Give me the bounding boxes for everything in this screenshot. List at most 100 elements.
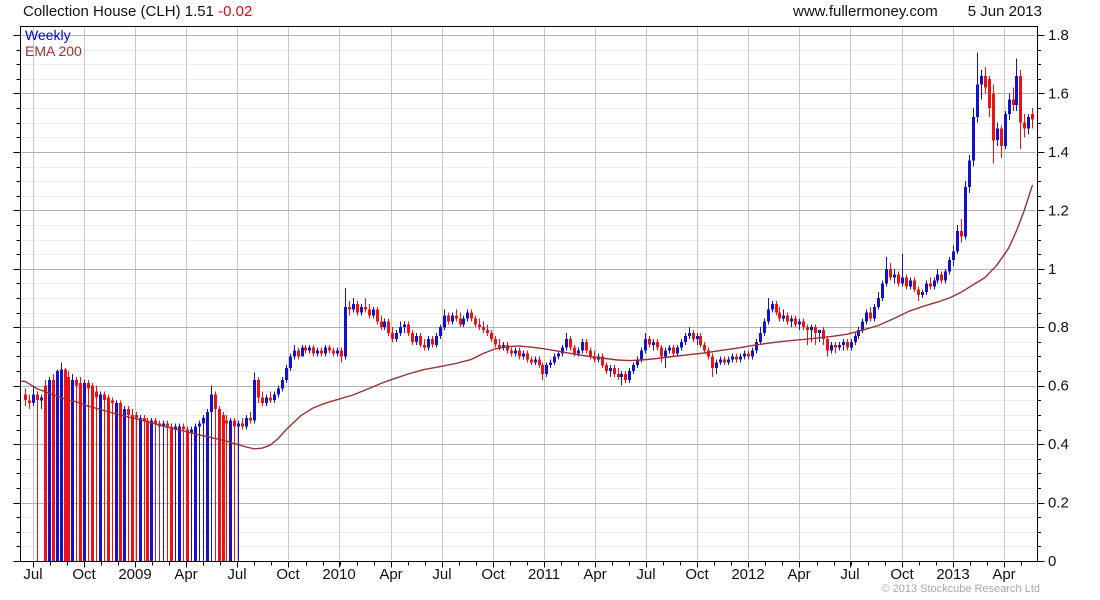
candle-week-198 [806, 324, 809, 345]
page-title: Collection House (CLH) 1.51 -0.02 [23, 3, 252, 20]
candle-week-62 [269, 391, 272, 404]
candle-week-183 [747, 350, 750, 360]
candle-week-13 [75, 376, 78, 561]
candle-week-125 [518, 347, 521, 360]
candle-week-160 [656, 338, 659, 351]
candle-week-230 [933, 277, 936, 290]
price-chart-canvas: Jul Oct 2009 Apr Jul Oct 2010 Apr Jul Oct 2011 Apr J… [13, 26, 1069, 583]
candle-week-95 [399, 321, 402, 336]
horizontal-major-gridlines [21, 35, 1036, 504]
site-link[interactable]: www.fullermoney.com [793, 3, 938, 20]
candle-week-158 [648, 336, 651, 348]
candle-week-97 [407, 321, 410, 336]
candle-week-108 [451, 312, 454, 325]
candle-week-165 [676, 344, 679, 357]
candle-week-138 [569, 336, 572, 351]
candle-week-66 [285, 365, 288, 383]
candle-week-76 [324, 344, 327, 357]
svg-text:Jul: Jul [227, 566, 246, 583]
svg-text:Oct: Oct [481, 566, 505, 583]
candle-week-119 [494, 336, 497, 348]
candle-week-50 [222, 412, 225, 561]
candle-week-167 [684, 333, 687, 345]
candle-week-36 [166, 420, 169, 561]
candle-week-118 [490, 330, 493, 342]
candle-week-150 [617, 368, 620, 380]
candle-week-255 [1031, 108, 1034, 129]
candle-week-32 [150, 417, 153, 561]
candle-week-188 [767, 298, 770, 325]
candle-week-132 [545, 362, 548, 377]
candle-week-0 [24, 388, 27, 407]
svg-text:Apr: Apr [583, 566, 606, 583]
legend-ema-label: EMA 200 [25, 43, 82, 59]
candle-week-128 [530, 356, 533, 366]
candle-week-41 [186, 426, 189, 561]
candle-week-169 [692, 330, 695, 342]
svg-text:Jul: Jul [636, 566, 655, 583]
candle-week-17 [91, 382, 94, 561]
candle-week-53 [233, 417, 236, 561]
candle-week-171 [699, 333, 702, 348]
candle-week-233 [944, 268, 947, 284]
candle-week-129 [534, 356, 537, 366]
svg-text:Apr: Apr [787, 566, 810, 583]
candle-week-72 [308, 344, 311, 354]
candle-week-172 [703, 341, 706, 354]
candle-week-213 [865, 309, 868, 325]
candle-week-78 [332, 347, 335, 357]
candle-week-122 [506, 341, 509, 354]
candle-week-101 [423, 338, 426, 351]
candle-week-200 [814, 324, 817, 345]
svg-text:Apr: Apr [992, 566, 1015, 583]
candle-week-137 [565, 333, 568, 351]
candle-week-181 [739, 353, 742, 363]
plot-frame [20, 26, 1038, 562]
candle-week-3 [36, 391, 39, 561]
svg-text:1.6: 1.6 [1048, 85, 1069, 102]
candle-week-179 [731, 353, 734, 363]
candle-week-27 [131, 409, 134, 561]
candle-week-121 [502, 341, 505, 351]
candle-week-146 [601, 353, 604, 369]
ema-200-path [20, 184, 1034, 450]
candle-week-104 [435, 333, 438, 348]
candle-week-105 [439, 324, 442, 339]
candle-week-152 [624, 371, 627, 383]
candle-week-174 [711, 353, 714, 377]
candle-week-236 [956, 225, 959, 255]
candle-week-161 [660, 344, 663, 363]
candle-week-63 [273, 391, 276, 404]
candle-week-9 [60, 362, 63, 561]
candle-week-180 [735, 353, 738, 363]
candle-week-12 [71, 374, 74, 561]
candle-week-176 [719, 356, 722, 366]
candle-week-110 [459, 312, 462, 328]
legend-weekly-label: Weekly [25, 27, 71, 43]
candle-week-91 [383, 318, 386, 331]
candle-week-112 [466, 309, 469, 322]
candle-week-173 [707, 347, 710, 360]
candle-week-19 [99, 391, 102, 561]
candle-week-113 [470, 309, 473, 322]
candle-week-114 [474, 315, 477, 328]
candle-week-15 [83, 379, 86, 561]
candle-week-245 [992, 84, 995, 164]
svg-text:2009: 2009 [118, 566, 151, 583]
candle-week-235 [952, 245, 955, 266]
candle-week-216 [877, 292, 880, 310]
candle-week-20 [103, 391, 106, 561]
candle-week-133 [549, 359, 552, 369]
candle-week-246 [996, 122, 999, 147]
candle-week-79 [336, 347, 339, 357]
candle-week-234 [948, 257, 951, 275]
candle-week-103 [431, 336, 434, 348]
candle-week-73 [312, 344, 315, 357]
svg-text:0: 0 [1048, 553, 1056, 570]
candle-week-207 [842, 338, 845, 351]
candle-week-126 [522, 350, 525, 360]
candle-week-48 [214, 391, 217, 561]
candle-week-242 [980, 70, 983, 100]
candle-week-211 [857, 327, 860, 339]
candle-week-149 [613, 365, 616, 377]
